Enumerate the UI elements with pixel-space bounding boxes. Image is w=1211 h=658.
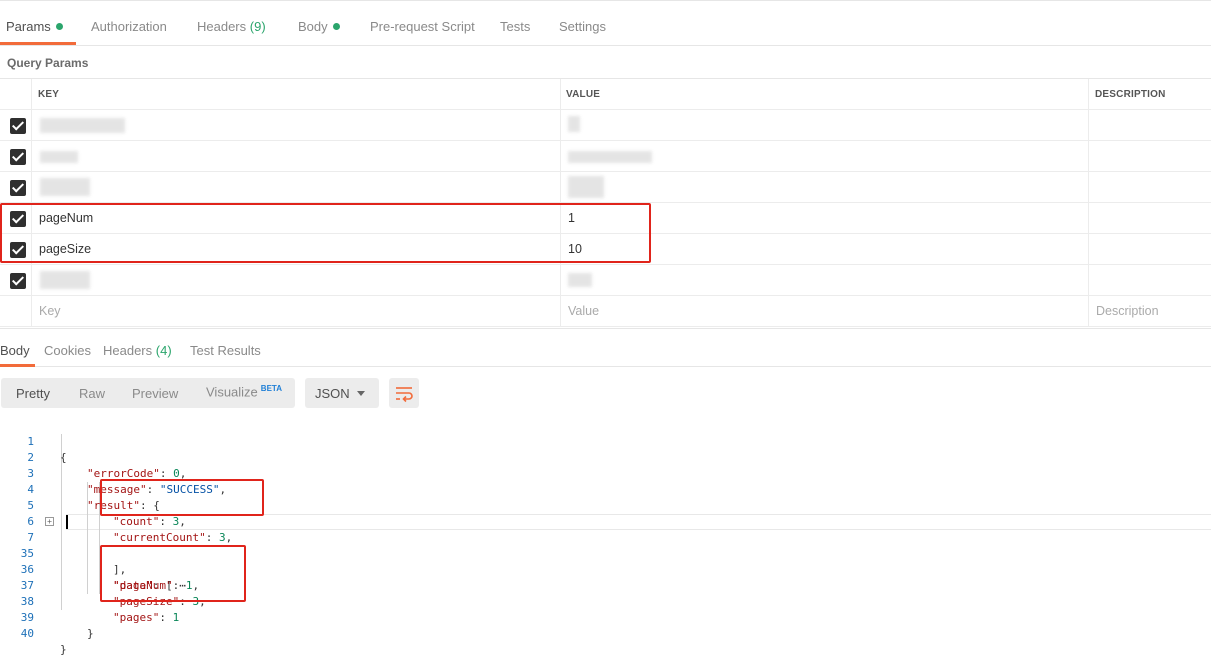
tab-params[interactable]: Params [6,19,63,34]
code-line: 2 "errorCode": 0, [0,434,1211,480]
visualize-button[interactable]: Visualize BETA [206,384,282,399]
tab-test-results[interactable]: Test Results [190,343,261,358]
code-text: } [60,643,67,656]
format-select-value: JSON [315,386,350,401]
redacted-key [40,118,125,133]
tab-response-body[interactable]: Body [0,343,30,358]
table-header-row: KEY VALUE DESCRIPTION [0,79,1211,110]
tab-cookies[interactable]: Cookies [44,343,91,358]
code-text: } [87,627,94,640]
code-line: 4 "result": { [0,466,1211,512]
row-checkbox[interactable] [10,118,26,134]
tab-tests-label: Tests [500,19,531,34]
param-key[interactable]: pageNum [39,203,93,234]
body-status-dot [332,23,340,30]
redacted-key [40,151,78,163]
code-line: 3 "message": "SUCCESS", [0,450,1211,496]
tab-pre-request-script[interactable]: Pre-request Script [370,19,475,34]
wrap-lines-button[interactable] [389,378,419,408]
column-header-value: VALUE [566,89,601,100]
tab-body[interactable]: Body [298,19,340,34]
response-tabs: Body Cookies Headers (4) Test Results [0,328,1211,367]
request-tabs: Params Authorization Headers (9) Body Pr… [0,0,1211,46]
tab-params-label: Params [6,19,51,34]
wrap-lines-icon [396,387,413,403]
tab-response-body-label: Body [0,343,30,358]
tab-headers[interactable]: Headers (9) [197,19,266,34]
table-row [0,141,1211,172]
tab-cookies-label: Cookies [44,343,91,358]
raw-button[interactable]: Raw [79,386,105,401]
code-line: 6 "currentCount": 3, [0,498,1211,544]
pretty-button[interactable]: Pretty [16,386,50,401]
headers-count-badge: (9) [249,19,266,34]
response-headers-count-badge: (4) [155,343,172,358]
tab-pre-request-script-label: Pre-request Script [370,19,475,34]
row-checkbox[interactable] [10,273,26,289]
tab-test-results-label: Test Results [190,343,261,358]
code-line: 7 + "data": [ ⋯ [0,514,1211,592]
code-line: 5 "count": 3, [0,482,1211,528]
table-row: pageSize 10 [0,234,1211,265]
preview-button[interactable]: Preview [132,386,178,401]
chevron-down-icon [357,391,365,396]
tab-settings-label: Settings [559,19,606,34]
redacted-key [40,271,90,289]
query-params-title: Query Params [7,56,89,70]
query-params-table: KEY VALUE DESCRIPTION pageNum 1 pageSize… [0,79,1211,327]
new-value-input[interactable]: Value [568,296,599,327]
tab-tests[interactable]: Tests [500,19,530,34]
code-line: 1 { [0,418,1211,464]
tab-settings[interactable]: Settings [559,19,606,34]
code-line: 35 ], [0,530,1211,576]
code-line: 39 } [0,594,1211,640]
tab-body-label: Body [298,19,328,34]
code-line: 37 "pageSize": 3, [0,562,1211,608]
redacted-key [40,178,90,196]
column-header-description: DESCRIPTION [1095,89,1166,100]
expand-fold-icon[interactable]: + [45,517,54,526]
visualize-label: Visualize [206,384,258,400]
redacted-value [568,273,592,287]
beta-badge: BETA [260,384,282,393]
table-row: pageNum 1 [0,203,1211,234]
tab-headers-label: Headers [197,19,247,34]
new-description-input[interactable]: Description [1096,296,1159,327]
format-select[interactable]: JSON [305,378,379,408]
code-line: 38 "pages": 1 [0,578,1211,624]
tab-authorization-label: Authorization [91,19,167,34]
redacted-value [568,116,580,132]
row-checkbox[interactable] [10,242,26,258]
new-key-input[interactable]: Key [39,296,61,327]
tab-response-headers[interactable]: Headers (4) [103,343,172,358]
row-checkbox[interactable] [10,180,26,196]
text-cursor [66,515,68,529]
active-response-tab-indicator [0,364,35,367]
code-line: 40 } [0,610,1211,656]
tab-response-headers-label: Headers [103,343,153,358]
param-value[interactable]: 10 [568,234,582,265]
redacted-value [568,176,604,198]
row-checkbox[interactable] [10,211,26,227]
row-checkbox[interactable] [10,149,26,165]
table-row [0,265,1211,296]
code-line: 36 "pageNum": 1, [0,546,1211,592]
active-tab-indicator [0,42,76,45]
format-toggle-group: Pretty Raw Preview Visualize BETA [1,378,295,408]
table-row [0,110,1211,141]
new-param-row: Key Value Description [0,296,1211,327]
param-value[interactable]: 1 [568,203,575,234]
column-header-key: KEY [38,89,60,100]
line-number: 40 [20,627,34,640]
redacted-value [568,151,652,163]
param-key[interactable]: pageSize [39,234,91,265]
tab-authorization[interactable]: Authorization [91,19,167,34]
table-row [0,172,1211,203]
params-status-dot [55,23,63,30]
